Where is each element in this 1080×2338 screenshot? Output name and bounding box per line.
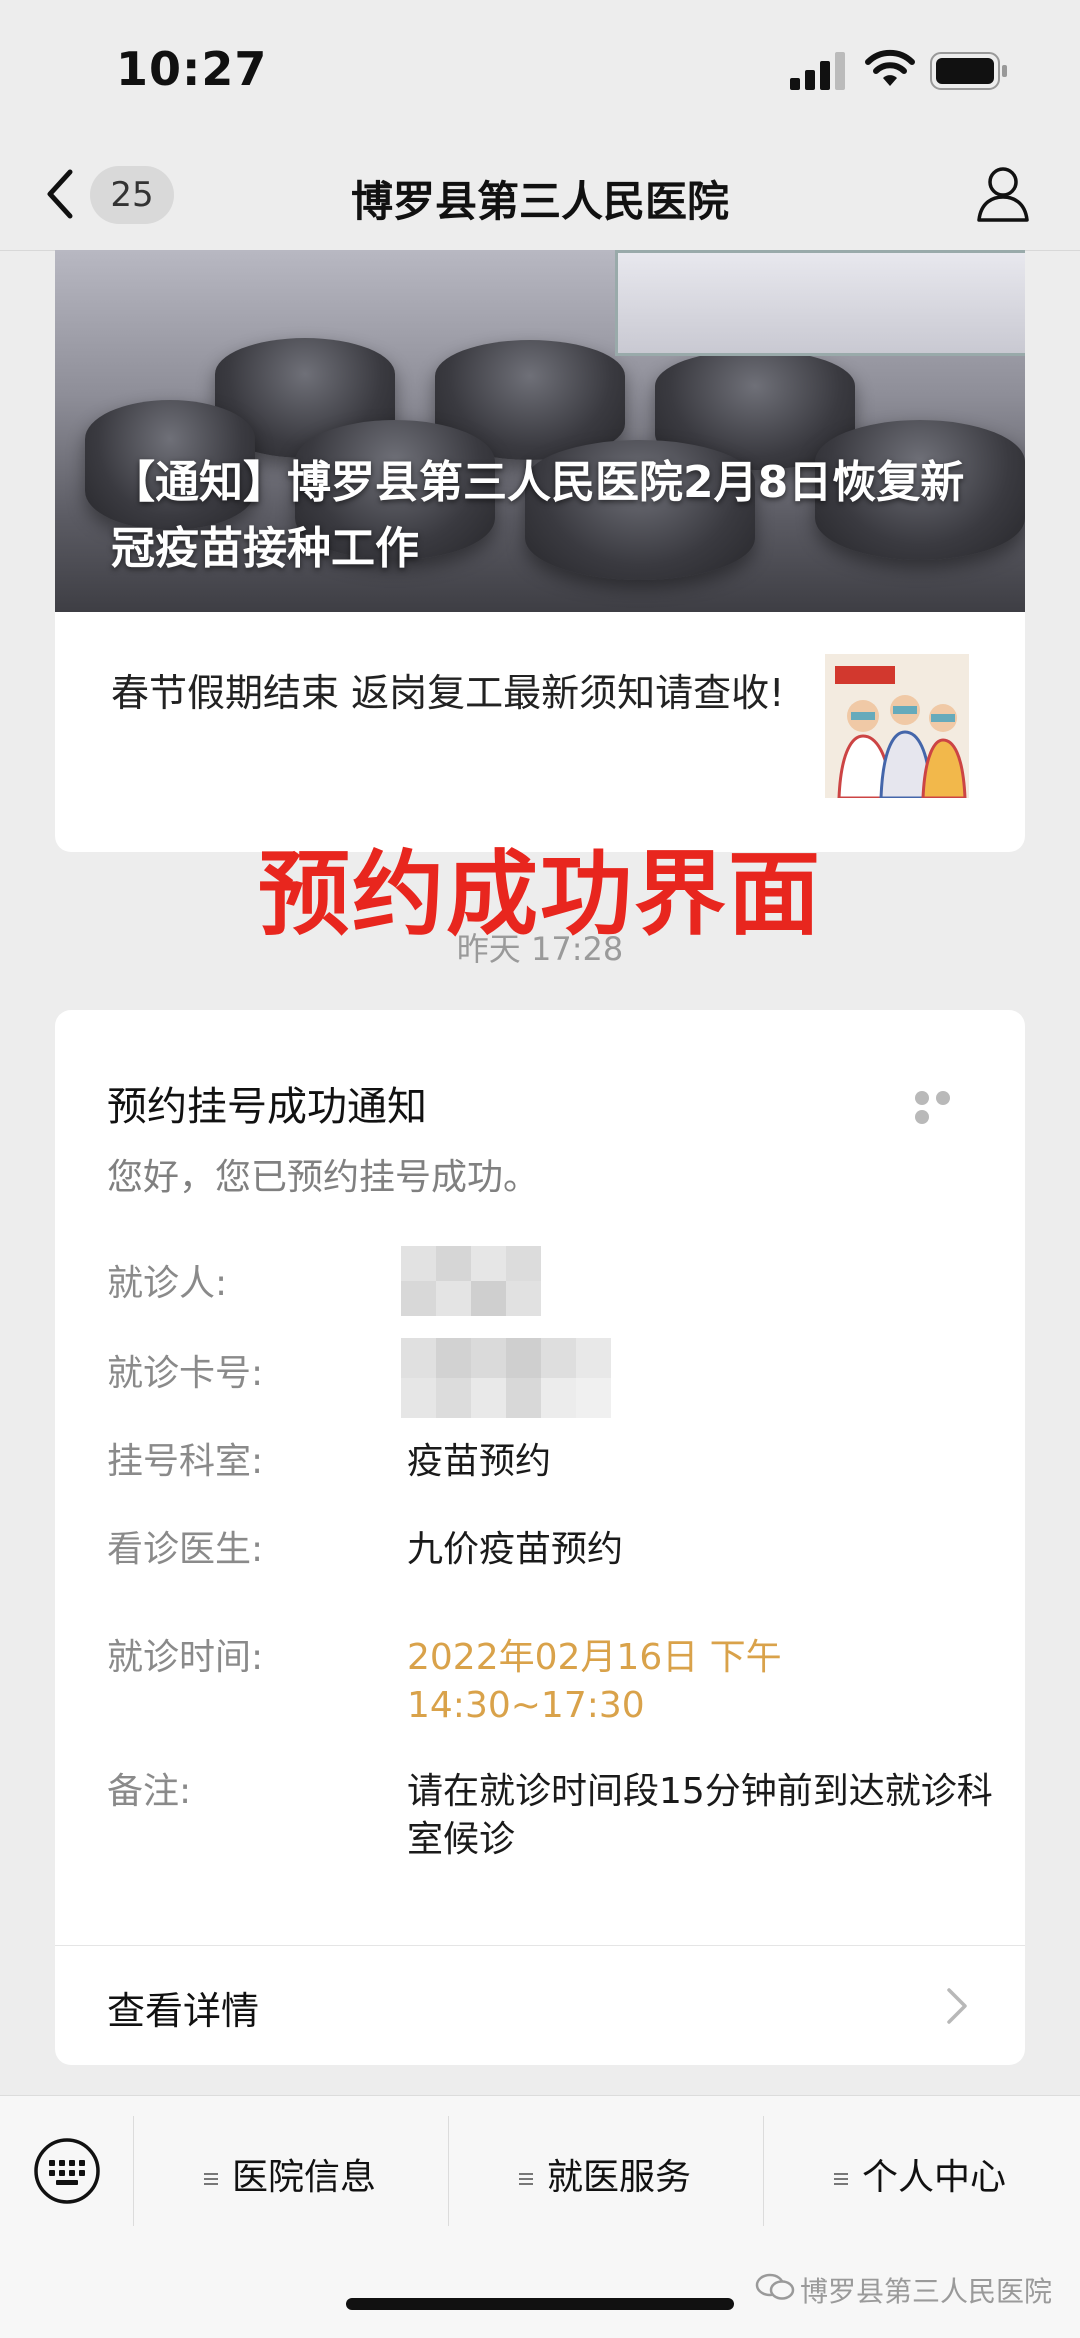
sub-article-item[interactable]: 春节假期结束 返岗复工最新须知请查收! <box>55 612 1025 852</box>
field-label: 就诊时间: <box>107 1637 264 1678</box>
notice-greeting: 您好，您已预约挂号成功。 <box>107 1157 540 1198</box>
status-time: 10:27 <box>116 42 268 96</box>
wechat-icon <box>755 2273 795 2300</box>
watermark-text: 博罗县第三人民医院 <box>800 2275 1053 2308</box>
more-icon[interactable] <box>915 1090 975 1124</box>
field-label: 看诊医生: <box>107 1529 264 1570</box>
field-label: 就诊卡号: <box>107 1353 264 1394</box>
menu-personal-center[interactable]: 个人中心 <box>763 2116 1077 2226</box>
appointment-notice-card: 预约挂号成功通知 您好，您已预约挂号成功。 就诊人: 就诊卡号: 挂号科室: 疫… <box>55 1010 1025 2065</box>
signal-icon <box>790 52 845 90</box>
nav-bar: 25 博罗县第三人民医院 <box>0 140 1080 251</box>
menu-label: 就医服务 <box>546 2157 691 2198</box>
notice-title: 预约挂号成功通知 <box>107 1084 427 1130</box>
field-label: 备注: <box>107 1771 192 1812</box>
syringe-image <box>615 250 1025 356</box>
redaction-blur <box>401 1338 611 1418</box>
chevron-right-icon <box>947 1988 967 2024</box>
page-title: 博罗县第三人民医院 <box>350 177 729 226</box>
menu-medical-service[interactable]: 就医服务 <box>448 2116 762 2226</box>
sub-article-title: 春节假期结束 返岗复工最新须知请查收! <box>111 671 785 715</box>
view-details-button[interactable]: 查看详情 <box>55 1946 1025 2065</box>
menu-icon <box>518 2172 533 2186</box>
article-card: 【通知】博罗县第三人民医院2月8日恢复新冠疫苗接种工作 春节假期结束 返岗复工最… <box>55 250 1025 852</box>
menu-hospital-info[interactable]: 医院信息 <box>133 2116 447 2226</box>
menu-icon <box>203 2172 218 2186</box>
message-timestamp: 昨天 17:28 <box>456 930 624 968</box>
sub-article-thumbnail <box>825 654 969 798</box>
status-bar: 10:27 <box>0 0 1080 140</box>
redaction-blur <box>401 1246 541 1316</box>
field-value: 请在就诊时间段15分钟前到达就诊科室候诊 <box>407 1771 993 1860</box>
article-cover[interactable]: 【通知】博罗县第三人民医院2月8日恢复新冠疫苗接种工作 <box>55 250 1025 612</box>
menu-label: 医院信息 <box>231 2157 376 2198</box>
keyboard-icon[interactable] <box>32 2136 102 2206</box>
home-indicator <box>346 2298 734 2310</box>
battery-icon <box>930 52 1007 90</box>
field-value: 疫苗预约 <box>407 1441 552 1482</box>
view-details-label: 查看详情 <box>107 1989 260 2033</box>
field-label: 就诊人: <box>107 1263 228 1304</box>
field-label: 挂号科室: <box>107 1441 264 1482</box>
menu-label: 个人中心 <box>861 2157 1006 2198</box>
field-value: 九价疫苗预约 <box>407 1529 624 1570</box>
wifi-icon <box>865 49 915 86</box>
field-value-time: 2022年02月16日 下午 14:30~17:30 <box>407 1637 782 1726</box>
menu-icon <box>833 2172 848 2186</box>
user-icon[interactable] <box>975 164 1031 224</box>
article-cover-title: 【通知】博罗县第三人民医院2月8日恢复新冠疫苗接种工作 <box>111 457 965 574</box>
